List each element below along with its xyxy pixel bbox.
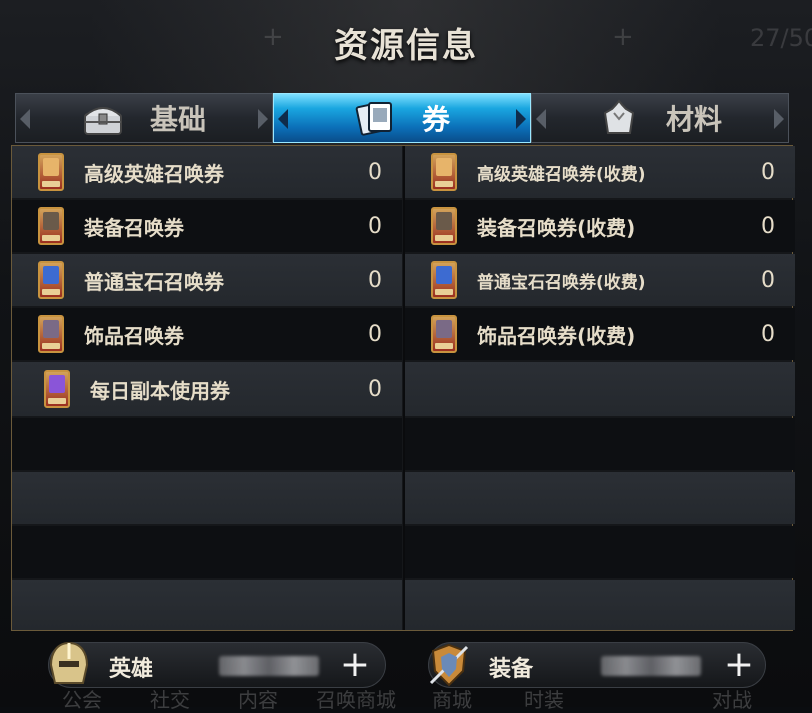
equipment-ticket-icon <box>38 207 64 245</box>
bottom-nav-ghost: 商城 <box>432 688 472 712</box>
add-hero-button[interactable]: + <box>339 647 371 683</box>
bottom-nav-ghost: 对战 <box>712 688 752 712</box>
item-name: 饰品召唤券(收费) <box>477 323 636 348</box>
item-count: 0 <box>368 376 382 402</box>
list-item[interactable]: 普通宝石召唤券(收费) 0 <box>405 254 795 306</box>
tab-basic-label: 基础 <box>149 103 206 136</box>
ticket-stack-icon <box>354 99 396 137</box>
bottom-nav-ghost: 召唤商城 <box>316 688 396 712</box>
empty-row <box>405 580 795 630</box>
list-item[interactable]: 装备召唤券(收费) 0 <box>405 200 795 252</box>
list-item[interactable]: 饰品召唤券(收费) 0 <box>405 308 795 360</box>
item-name: 普通宝石召唤券 <box>84 269 224 294</box>
item-name: 饰品召唤券 <box>84 323 184 348</box>
ticket-panel: 高级英雄召唤券 0 装备召唤券 0 普通宝石召唤券 0 饰品召唤券 0 每日副本… <box>11 145 795 631</box>
bottom-nav-ghost: 内容 <box>238 688 278 712</box>
item-name: 装备召唤券(收费) <box>477 215 636 240</box>
tab-tickets[interactable]: 券 <box>273 93 531 143</box>
item-count: 0 <box>368 159 382 185</box>
empty-row <box>405 526 795 578</box>
list-item[interactable]: 普通宝石召唤券 0 <box>12 254 402 306</box>
empty-row <box>12 418 402 470</box>
item-count: 0 <box>761 213 775 239</box>
equipment-label: 装备 <box>489 657 534 682</box>
hero-ticket-icon <box>431 153 457 191</box>
list-item[interactable]: 高级英雄召唤券(收费) 0 <box>405 146 795 198</box>
list-item[interactable]: 饰品召唤券 0 <box>12 308 402 360</box>
list-item[interactable]: 装备召唤券 0 <box>12 200 402 252</box>
accessory-ticket-icon <box>38 315 64 353</box>
empty-row <box>12 526 402 578</box>
gem-ticket-icon <box>431 261 457 299</box>
tab-basic[interactable]: 基础 <box>15 93 273 143</box>
bottom-nav-ghost: 社交 <box>150 688 190 712</box>
hero-resource-bar: 英雄 + <box>48 641 386 688</box>
treasure-chest-icon <box>82 99 124 137</box>
equipment-count-obscured <box>601 656 701 676</box>
daily-dungeon-ticket-icon <box>44 370 70 408</box>
armor-icon <box>598 99 640 137</box>
empty-row <box>405 418 795 470</box>
item-name: 普通宝石召唤券(收费) <box>477 272 646 293</box>
empty-row <box>12 580 402 630</box>
tab-bar: 基础 券 材料 <box>15 93 789 143</box>
item-count: 0 <box>761 159 775 185</box>
gem-ticket-icon <box>38 261 64 299</box>
list-item[interactable]: 高级英雄召唤券 0 <box>12 146 402 198</box>
item-name: 高级英雄召唤券 <box>84 161 224 186</box>
ticket-column-right: 高级英雄召唤券(收费) 0 装备召唤券(收费) 0 普通宝石召唤券(收费) 0 … <box>403 146 795 630</box>
item-name: 装备召唤券 <box>84 215 184 240</box>
ticket-column-left: 高级英雄召唤券 0 装备召唤券 0 普通宝石召唤券 0 饰品召唤券 0 每日副本… <box>12 146 402 630</box>
item-count: 0 <box>368 213 382 239</box>
tab-materials[interactable]: 材料 <box>531 93 789 143</box>
bottom-nav-ghost: 公会 <box>62 688 102 712</box>
accessory-ticket-icon <box>431 315 457 353</box>
item-name: 高级英雄召唤券(收费) <box>477 164 646 185</box>
equipment-resource-bar: 装备 + <box>428 642 766 688</box>
hero-count-obscured <box>219 656 319 676</box>
equipment-ticket-icon <box>431 207 457 245</box>
item-count: 0 <box>761 321 775 347</box>
bottom-nav-ghost: 时装 <box>524 688 564 712</box>
add-equipment-button[interactable]: + <box>723 647 755 683</box>
empty-row <box>12 472 402 524</box>
item-count: 0 <box>761 267 775 293</box>
tab-tickets-label: 券 <box>421 103 450 136</box>
tab-materials-label: 材料 <box>665 103 722 136</box>
empty-row <box>405 362 795 416</box>
item-count: 0 <box>368 267 382 293</box>
page-title: 资源信息 <box>334 26 478 66</box>
item-name: 每日副本使用券 <box>90 378 230 403</box>
hero-ticket-icon <box>38 153 64 191</box>
list-item[interactable]: 每日副本使用券 0 <box>12 362 402 416</box>
hero-label: 英雄 <box>109 657 154 682</box>
empty-row <box>405 472 795 524</box>
item-count: 0 <box>368 321 382 347</box>
